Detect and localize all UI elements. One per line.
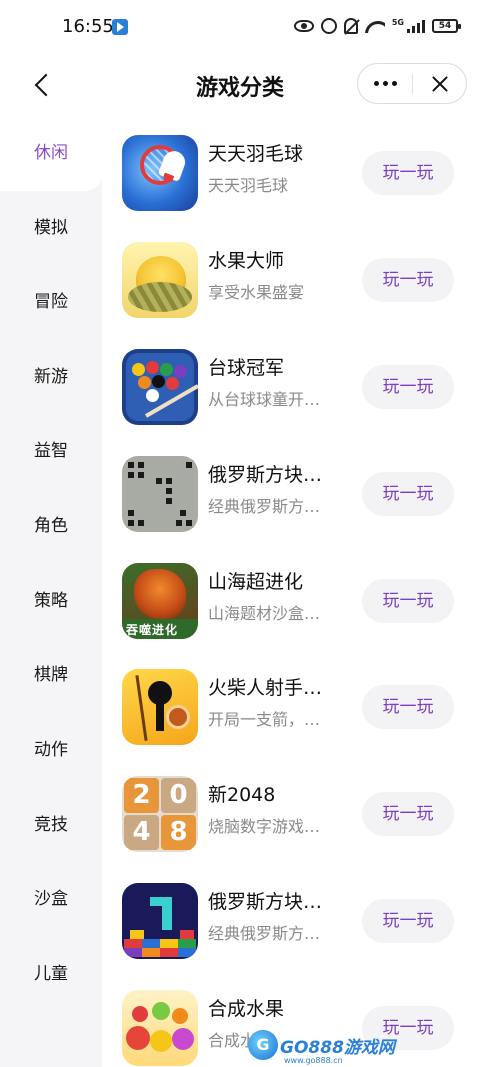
watermark-logo-icon: G — [248, 1030, 278, 1060]
play-button[interactable]: 玩一玩 — [362, 899, 454, 943]
tile-2: 2 — [124, 778, 159, 813]
sidebar-item-action[interactable]: 动作 — [0, 730, 102, 770]
tetris-icon — [122, 456, 198, 532]
game-name: 山海超进化 — [208, 571, 304, 593]
status-bar: 16:55 5G 54 — [0, 0, 480, 58]
badminton-icon — [122, 135, 198, 211]
tile-8: 8 — [161, 815, 196, 850]
play-button[interactable]: 玩一玩 — [362, 365, 454, 409]
game-name: 台球冠军 — [208, 357, 285, 379]
game-desc: 经典俄罗斯方… — [208, 924, 321, 943]
mute-bell-icon — [343, 18, 358, 34]
network-type: 5G — [391, 17, 404, 27]
more-dot-icon — [382, 81, 388, 86]
header: 游戏分类 — [0, 58, 480, 116]
close-icon[interactable] — [413, 64, 467, 103]
play-button[interactable]: 玩一玩 — [362, 685, 454, 729]
sidebar-item-adventure[interactable]: 冒险 — [0, 282, 102, 322]
game-desc: 享受水果盛宴 — [208, 283, 305, 302]
play-button[interactable]: 玩一玩 — [362, 151, 454, 195]
list-item[interactable]: 天天羽毛球 天天羽毛球 玩一玩 — [122, 135, 462, 211]
mini-program-capsule — [357, 63, 467, 104]
sidebar-item-strategy[interactable]: 策略 — [0, 581, 102, 621]
battery-icon: 54 — [432, 19, 461, 33]
list-item[interactable]: 山海超进化 山海题材沙盒… 玩一玩 — [122, 563, 462, 639]
sidebar-item-sandbox[interactable]: 沙盒 — [0, 879, 102, 919]
play-button[interactable]: 玩一玩 — [362, 579, 454, 623]
game-name: 合成水果 — [208, 998, 285, 1020]
game-name: 天天羽毛球 — [208, 143, 304, 165]
list-item[interactable]: 台球冠军 从台球球童开… 玩一玩 — [122, 349, 462, 425]
eye-icon — [293, 20, 314, 32]
wifi-icon — [365, 19, 385, 33]
watermark-text: GO888游戏网 — [280, 1037, 395, 1058]
game-name: 火柴人射手… — [208, 677, 323, 699]
list-item[interactable]: 俄罗斯方块… 经典俄罗斯方… 玩一玩 — [122, 456, 462, 532]
game-name: 新2048 — [208, 784, 276, 806]
play-button[interactable]: 玩一玩 — [362, 472, 454, 516]
game-desc: 烧脑数字游戏… — [208, 817, 321, 836]
watermark-url: www.go888.cn — [284, 1056, 343, 1065]
list-item[interactable]: 水果大师 享受水果盛宴 玩一玩 — [122, 242, 462, 318]
status-time: 16:55 — [62, 16, 114, 37]
signal-icon — [407, 19, 425, 33]
more-dot-icon — [373, 81, 379, 86]
more-button[interactable] — [358, 64, 412, 103]
watermark: G GO888游戏网 www.go888.cn — [248, 1030, 395, 1065]
sidebar-item-simulation[interactable]: 模拟 — [0, 208, 102, 248]
game-desc: 开局一支箭，… — [208, 710, 321, 729]
stickman-icon — [122, 669, 198, 745]
merge-fruit-icon — [122, 990, 198, 1066]
sidebar-item-board[interactable]: 棋牌 — [0, 655, 102, 695]
sidebar-item-puzzle[interactable]: 益智 — [0, 431, 102, 471]
game-desc: 经典俄罗斯方… — [208, 497, 321, 516]
app-notification-icon — [112, 19, 128, 35]
game-desc: 从台球球童开… — [208, 390, 321, 409]
durian-icon — [122, 242, 198, 318]
list-item[interactable]: 2 0 4 8 新2048 烧脑数字游戏… 玩一玩 — [122, 776, 462, 852]
list-item[interactable]: 俄罗斯方块… 经典俄罗斯方… 玩一玩 — [122, 883, 462, 959]
tile-4: 4 — [124, 815, 159, 850]
status-icons: 5G 54 — [293, 17, 461, 34]
sidebar-item-new[interactable]: 新游 — [0, 357, 102, 397]
sidebar-item-competitive[interactable]: 竞技 — [0, 805, 102, 845]
game-desc: 山海题材沙盒… — [208, 604, 321, 623]
2048-icon: 2 0 4 8 — [122, 776, 198, 852]
sidebar-item-kids[interactable]: 儿童 — [0, 954, 102, 994]
list-item[interactable]: 火柴人射手… 开局一支箭，… 玩一玩 — [122, 669, 462, 745]
billiards-icon — [122, 349, 198, 425]
game-name: 俄罗斯方块… — [208, 464, 323, 486]
game-name: 俄罗斯方块… — [208, 891, 323, 913]
category-sidebar: 休闲 模拟 冒险 新游 益智 角色 策略 棋牌 动作 竞技 沙盒 儿童 — [0, 116, 102, 1067]
dragon-icon — [122, 563, 198, 639]
sidebar-item-rpg[interactable]: 角色 — [0, 506, 102, 546]
tile-0: 0 — [161, 778, 196, 813]
game-desc: 天天羽毛球 — [208, 176, 289, 195]
play-button[interactable]: 玩一玩 — [362, 792, 454, 836]
sidebar-item-casual[interactable]: 休闲 — [0, 133, 102, 173]
play-button[interactable]: 玩一玩 — [362, 258, 454, 302]
alarm-icon — [320, 18, 337, 34]
more-dot-icon — [391, 81, 397, 86]
game-name: 水果大师 — [208, 250, 285, 272]
tetris-color-icon — [122, 883, 198, 959]
